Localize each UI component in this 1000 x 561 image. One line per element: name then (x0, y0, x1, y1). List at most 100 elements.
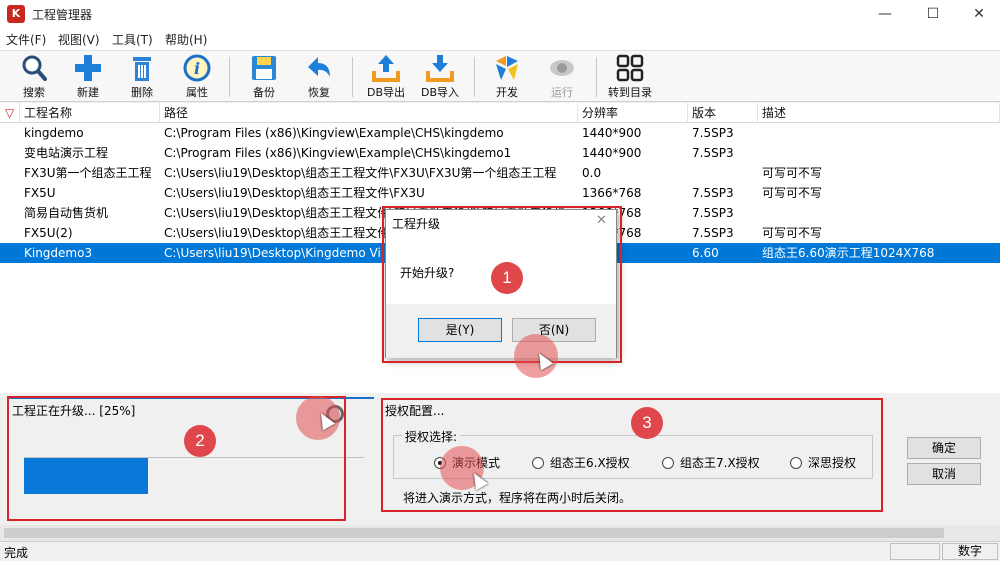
table-cell-version: 7.5SP3 (692, 146, 734, 160)
table-cell-desc: 可写可不写 (762, 166, 823, 180)
table-cell-version: 7.5SP3 (692, 226, 734, 240)
table-cell-name: FX5U (24, 186, 56, 200)
table-row[interactable]: 变电站演示工程 C:\Program Files (x86)\Kingview\E… (0, 143, 1000, 163)
column-header-version[interactable]: 版本 (688, 103, 758, 123)
table-cell-name: kingdemo (24, 126, 84, 140)
new-button-label: 新建 (77, 86, 99, 99)
undo-icon (303, 53, 335, 83)
table-cell-path: C:\Users\liu19\Desktop\组态王工程文件\FX3U (164, 186, 425, 200)
app-logo-icon: K (7, 5, 25, 23)
run-button[interactable]: 运行 (537, 53, 587, 101)
column-header-resolution[interactable]: 分辨率 (578, 103, 688, 123)
table-cell-name: FX3U第一个组态王工程 (24, 166, 152, 180)
table-cell-resolution: 1440*900 (582, 146, 642, 160)
delete-button-label: 删除 (131, 86, 153, 99)
title-bar: K 工程管理器 — ☐ ✕ (0, 0, 1000, 28)
table-cell-version: 7.5SP3 (692, 206, 734, 220)
table-cell-desc (758, 143, 1000, 163)
grid-icon (614, 53, 646, 83)
backup-button[interactable]: 备份 (239, 53, 289, 101)
cancel-button[interactable]: 取消 (907, 463, 981, 485)
minimize-button[interactable]: — (862, 0, 908, 28)
toolbar: 搜索 新建 删除 i 属性 备份 恢复 DB导出 DB导入 开发 运行 转到目录 (0, 50, 1000, 102)
close-button[interactable]: ✕ (956, 0, 1000, 28)
annotation-number-1: 1 (491, 262, 523, 294)
toolbar-separator (596, 57, 597, 97)
maximize-button[interactable]: ☐ (910, 0, 956, 28)
goto-directory-button[interactable]: 转到目录 (605, 53, 655, 101)
toolbar-separator (229, 57, 230, 97)
table-cell-desc (758, 203, 1000, 223)
floppy-icon (248, 53, 280, 83)
table-cell-desc: 可写可不写 (762, 186, 823, 200)
annotation-number-2: 2 (184, 425, 216, 457)
restore-button[interactable]: 恢复 (294, 53, 344, 101)
toolbar-separator (474, 57, 475, 97)
table-cell-desc (758, 123, 1000, 143)
table-header: ▽ 工程名称 路径 分辨率 版本 描述 (0, 103, 1000, 123)
run-icon (546, 53, 578, 83)
search-button[interactable]: 搜索 (9, 53, 59, 101)
table-cell-version: 6.60 (692, 246, 719, 260)
status-pane (890, 543, 940, 560)
table-cell-desc: 组态王6.60演示工程1024X768 (762, 246, 935, 260)
menu-bar: 文件(F) 视图(V) 工具(T) 帮助(H) (0, 28, 1000, 50)
menu-file[interactable]: 文件(F) (6, 31, 46, 48)
table-row[interactable]: FX3U第一个组态王工程 C:\Users\liu19\Desktop\组态王工程… (0, 163, 1000, 183)
ok-button[interactable]: 确定 (907, 437, 981, 459)
db-export-button-label: DB导出 (366, 86, 406, 99)
table-cell-name: Kingdemo3 (24, 246, 93, 260)
menu-help[interactable]: 帮助(H) (165, 31, 207, 48)
svg-text:i: i (194, 59, 200, 78)
table-cell-path: C:\Program Files (x86)\Kingview\Example\… (164, 126, 504, 140)
table-cell-path: C:\Program Files (x86)\Kingview\Example\… (164, 146, 512, 160)
scrollbar-thumb[interactable] (4, 528, 944, 538)
search-icon (18, 53, 50, 83)
table-row[interactable]: FX5U C:\Users\liu19\Desktop\组态王工程文件\FX3U 1… (0, 183, 1000, 203)
table-row[interactable]: kingdemo C:\Program Files (x86)\Kingview\… (0, 123, 1000, 143)
backup-button-label: 备份 (253, 86, 275, 99)
properties-button[interactable]: i 属性 (172, 53, 222, 101)
goto-directory-button-label: 转到目录 (608, 86, 652, 99)
table-cell-resolution: 0.0 (582, 166, 602, 180)
delete-button[interactable]: 删除 (117, 53, 167, 101)
project-manager-window: K 工程管理器 — ☐ ✕ 文件(F) 视图(V) 工具(T) 帮助(H) 搜索… (0, 0, 1000, 560)
menu-tools[interactable]: 工具(T) (112, 31, 153, 48)
info-icon: i (181, 53, 213, 83)
develop-button-label: 开发 (496, 86, 518, 99)
column-header-path[interactable]: 路径 (160, 103, 578, 123)
annotation-number-3: 3 (631, 407, 663, 439)
table-cell-resolution: 1366*768 (582, 186, 642, 200)
menu-view[interactable]: 视图(V) (58, 31, 100, 48)
develop-icon (491, 53, 523, 83)
db-import-button[interactable]: DB导入 (415, 53, 465, 101)
db-export-button[interactable]: DB导出 (361, 53, 411, 101)
db-import-button-label: DB导入 (420, 86, 460, 99)
upload-icon (370, 53, 402, 83)
status-text: 完成 (4, 546, 29, 560)
new-button[interactable]: 新建 (63, 53, 113, 101)
run-button-label: 运行 (551, 86, 573, 99)
filter-icon[interactable]: ▽ (0, 103, 20, 123)
table-cell-version: 7.5SP3 (692, 186, 734, 200)
table-cell-version (688, 163, 758, 183)
column-header-description[interactable]: 描述 (758, 103, 1000, 123)
table-cell-resolution: 1440*900 (582, 126, 642, 140)
download-icon (424, 53, 456, 83)
toolbar-separator (352, 57, 353, 97)
table-cell-path: C:\Users\liu19\Desktop\组态王工程文件\FX3U\FX3U… (164, 166, 557, 180)
trash-icon (126, 53, 158, 83)
table-cell-desc: 可写可不写 (762, 226, 823, 240)
plus-icon (72, 53, 104, 83)
table-cell-name: 变电站演示工程 (24, 146, 109, 160)
search-button-label: 搜索 (23, 86, 45, 99)
horizontal-scrollbar[interactable] (0, 525, 1000, 541)
num-lock-indicator: 数字 (942, 543, 998, 560)
column-header-name[interactable]: 工程名称 (20, 103, 160, 123)
table-cell-name: FX5U(2) (24, 226, 73, 240)
table-cell-name: 简易自动售货机 (24, 206, 109, 220)
develop-button[interactable]: 开发 (482, 53, 532, 101)
table-cell-version: 7.5SP3 (692, 126, 734, 140)
restore-button-label: 恢复 (308, 86, 330, 99)
status-bar: 完成 数字 (0, 541, 1000, 560)
